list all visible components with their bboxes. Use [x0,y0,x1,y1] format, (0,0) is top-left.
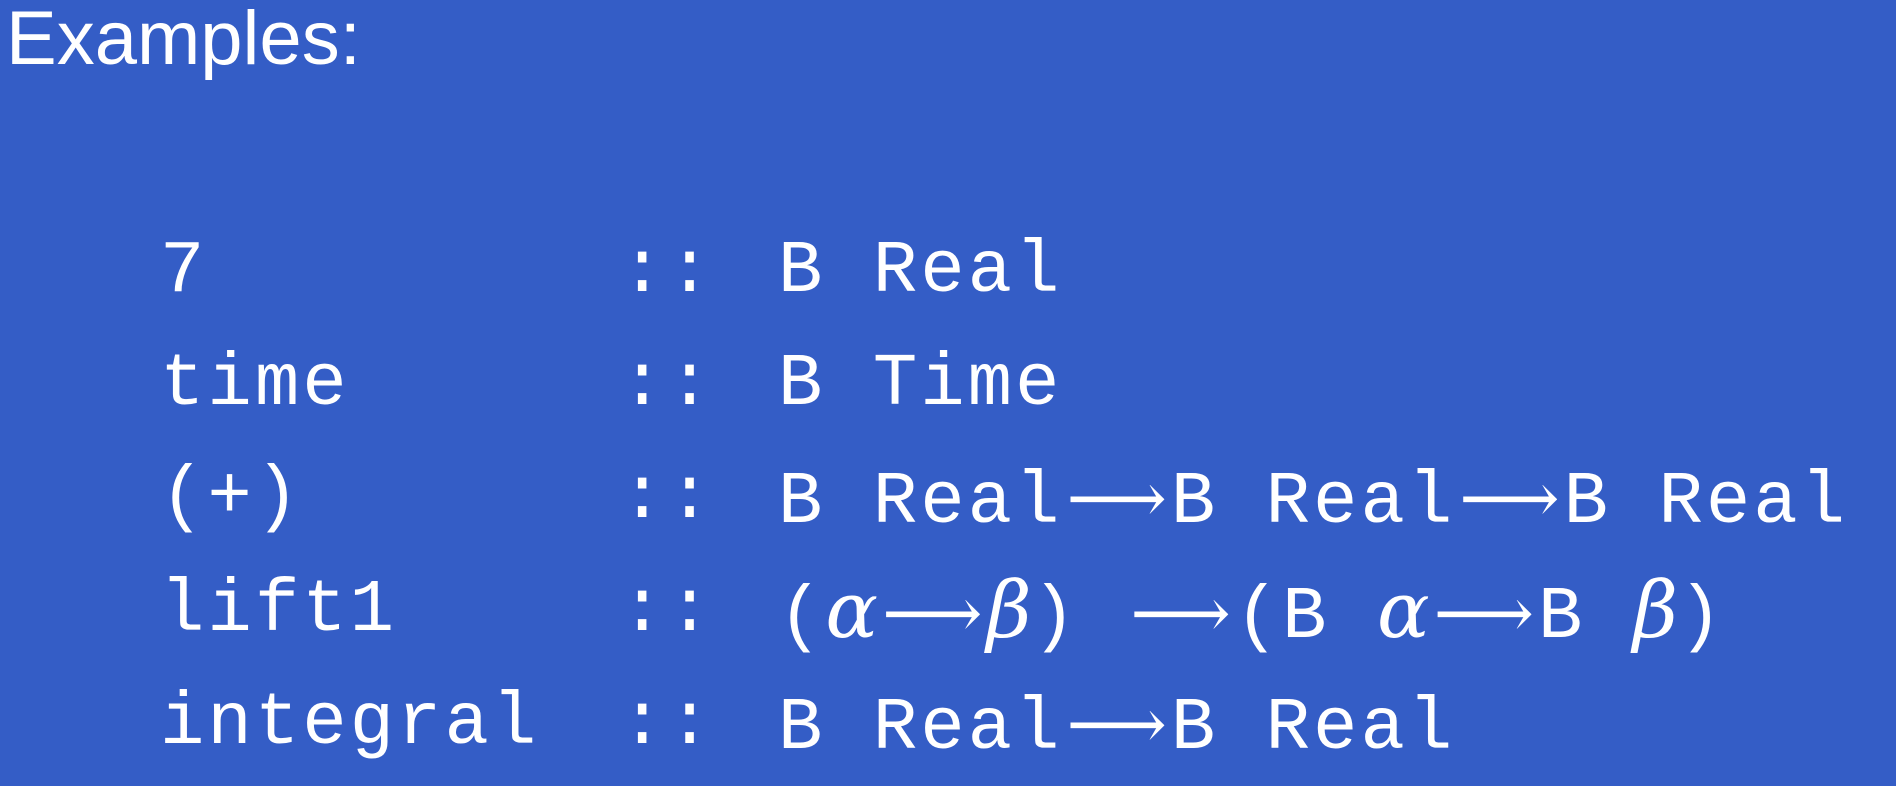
example-name: 7 [160,230,208,314]
example-row: integral :: B Real⟶B Real [160,668,1880,781]
example-name: integral [160,682,540,766]
example-name: (+) [160,456,303,540]
arrow-icon: ⟶ [882,572,983,654]
type-text: B Real [778,461,1063,545]
type-text: B [1538,576,1633,660]
type-signature: (α⟶β) ⟶(B α⟶B β) [778,555,1725,675]
type-separator: :: [620,456,715,540]
type-text: ) [1031,576,1127,660]
slide-title: Examples: [6,0,361,81]
arrow-icon: ⟶ [1130,572,1231,654]
type-signature: B Time [778,329,1062,442]
example-name: lift1 [160,569,398,653]
arrow-icon: ⟶ [1066,457,1167,539]
type-variable: α [1376,566,1430,656]
type-text: B Real [1170,687,1456,771]
arrow-icon: ⟶ [1066,683,1167,765]
type-separator: :: [620,682,715,766]
type-text: (B [1234,576,1377,660]
type-text: B Real [778,230,1063,314]
type-separator: :: [620,230,715,314]
type-signature: B Real⟶B Real [778,668,1455,786]
type-text: B Real [1170,461,1456,545]
type-signature: B Real [778,216,1062,329]
type-variable: α [825,566,879,656]
type-text: B Real [778,687,1063,771]
type-variable: β [1632,566,1678,656]
example-name: time [160,343,350,427]
arrow-icon: ⟶ [1459,457,1560,539]
examples-list: 7 :: B Real time :: B Time (+) :: B Real… [160,216,1880,781]
arrow-icon: ⟶ [1433,572,1535,654]
example-row: 7 :: B Real [160,216,1880,329]
type-signature: B Real⟶B Real⟶B Real [778,442,1848,560]
example-row: (+) :: B Real⟶B Real⟶B Real [160,442,1880,555]
type-text: B Time [778,343,1063,427]
type-text: ) [1677,576,1726,660]
example-row: lift1 :: (α⟶β) ⟶(B α⟶B β) [160,555,1880,668]
example-row: time :: B Time [160,329,1880,442]
type-variable: β [986,566,1032,656]
type-text: ( [778,576,826,660]
type-separator: :: [620,569,715,653]
type-text: B Real [1563,461,1849,545]
type-separator: :: [620,343,715,427]
